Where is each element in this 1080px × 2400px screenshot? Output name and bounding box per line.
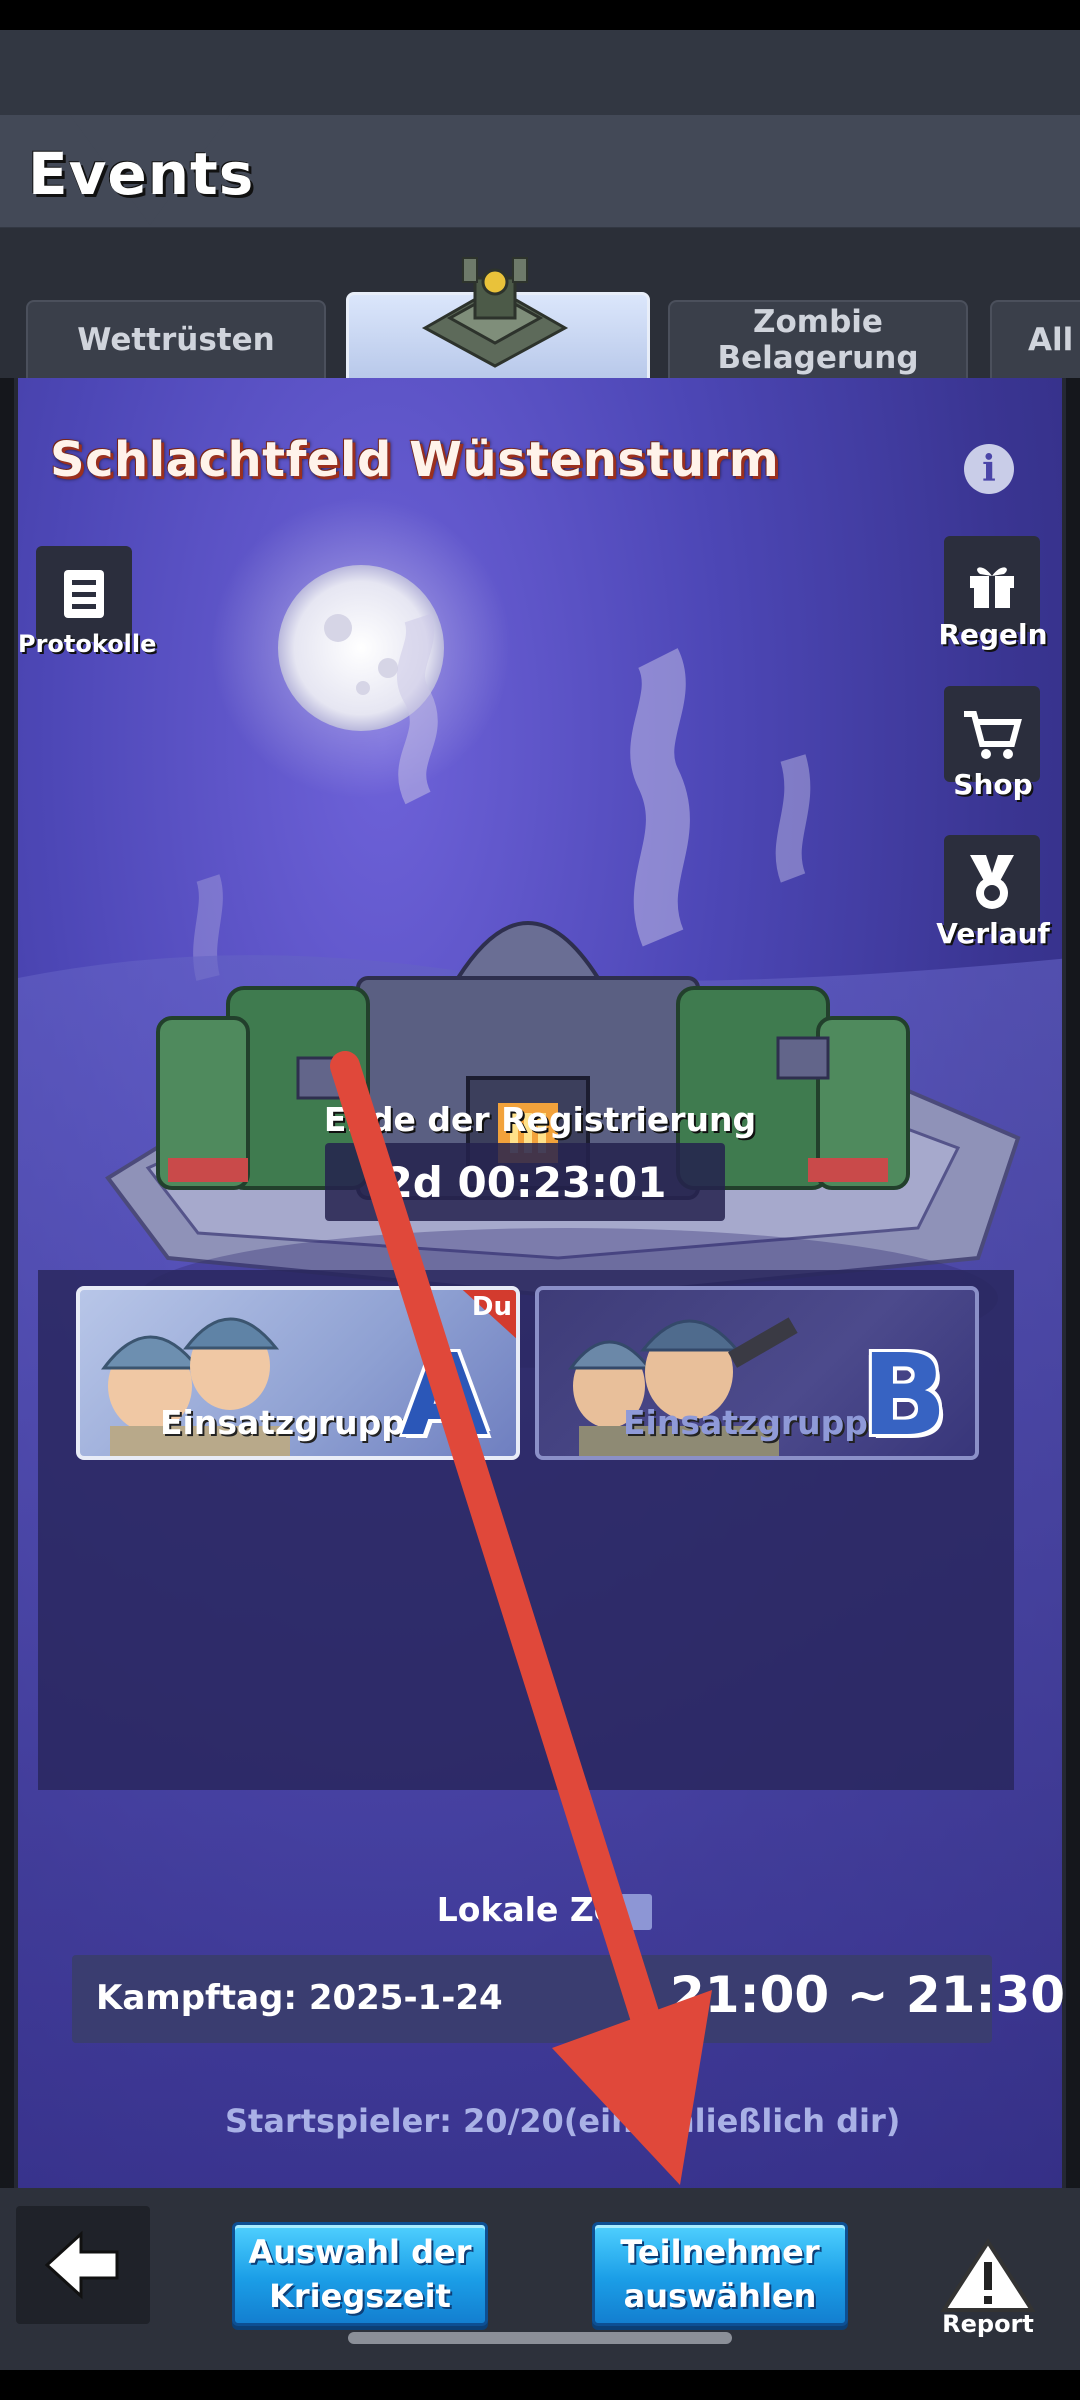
page-title: Events: [28, 140, 255, 208]
registration-label: Ende der Registrierung: [323, 1100, 757, 1139]
log-icon: [64, 570, 104, 618]
nav-bottom-bar: [0, 2370, 1080, 2400]
battle-time: 21:00 ~ 21:30: [670, 1966, 1066, 2024]
group-b-letter: B: [861, 1331, 947, 1460]
local-time-label: Lokale Zeit: [436, 1890, 644, 1929]
regeln-label: Regeln: [938, 618, 1048, 651]
shopping-cart-icon: [964, 711, 1022, 759]
group-a-letter: A: [401, 1331, 488, 1460]
protokolle-label: Protokolle: [18, 630, 157, 658]
back-arrow-icon: [44, 2230, 119, 2300]
group-a-card[interactable]: Einsatzgruppe A Du: [76, 1286, 520, 1460]
bottom-bar: [0, 2188, 1080, 2400]
shop-label: Shop: [953, 768, 1033, 801]
fortress-icon: [421, 257, 569, 368]
group-b-card[interactable]: Einsatzgruppe B: [535, 1286, 979, 1460]
tab-all[interactable]: All: [990, 300, 1080, 378]
participants-button-line2: auswählen: [623, 2277, 817, 2315]
home-indicator[interactable]: [348, 2332, 732, 2344]
event-title: Schlachtfeld Wüstensturm: [50, 432, 780, 488]
war-time-button-line1: Auswahl der: [248, 2233, 472, 2271]
status-bar: [0, 0, 1080, 30]
back-button[interactable]: [16, 2206, 150, 2324]
battle-day: Kampftag: 2025-1-24: [96, 1978, 503, 2018]
group-a-name: Einsatzgruppe: [160, 1403, 428, 1442]
start-players: Startspieler: 20/20(einschließlich dir): [225, 2102, 901, 2140]
time-list-icon[interactable]: [620, 1894, 652, 1930]
report-label: Report: [942, 2310, 1034, 2338]
you-badge-label: Du: [471, 1292, 512, 1322]
war-time-button[interactable]: Auswahl der Kriegszeit: [232, 2222, 488, 2326]
group-b-name: Einsatzgruppe: [623, 1403, 891, 1442]
verlauf-label: Verlauf: [936, 917, 1050, 950]
participants-button-line1: Teilnehmer: [620, 2233, 820, 2271]
gift-icon: [970, 567, 1014, 608]
medal-icon: [970, 855, 1014, 909]
war-time-button-line2: Kriegszeit: [269, 2277, 451, 2315]
tab-zombie-belagerung[interactable]: Zombie Belagerung: [668, 300, 968, 378]
protokolle-button[interactable]: [36, 546, 132, 642]
tab-wettruesten[interactable]: Wettrüsten: [26, 300, 326, 378]
registration-timer: 2d 00:23:01: [325, 1143, 725, 1221]
info-icon[interactable]: i: [964, 444, 1014, 494]
select-participants-button[interactable]: Teilnehmer auswählen: [592, 2222, 848, 2326]
